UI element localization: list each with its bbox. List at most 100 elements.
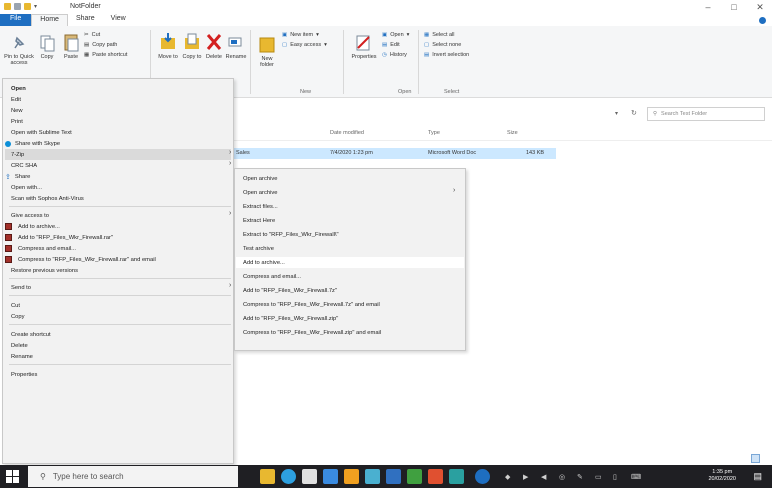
tray-icon[interactable]: ◎: [559, 473, 565, 481]
menu-item-add-to-archive[interactable]: Add to archive...: [5, 221, 60, 232]
move-to-button[interactable]: Move to: [158, 32, 178, 60]
tab-view[interactable]: View: [103, 14, 134, 26]
menu-item-cut[interactable]: Cut: [11, 300, 20, 311]
app-icon[interactable]: [407, 469, 422, 484]
close-icon[interactable]: ✕: [754, 2, 766, 13]
battery-icon[interactable]: ▯: [613, 473, 617, 481]
tab-file[interactable]: File: [0, 14, 32, 26]
chevron-down-icon[interactable]: ▾: [34, 3, 37, 10]
file-explorer-icon[interactable]: [260, 469, 275, 484]
submenu-item-compress-zip-email[interactable]: Compress to "RFP_Files_Wkr_Firewall.zip"…: [243, 327, 381, 338]
network-icon[interactable]: ▭: [595, 473, 602, 481]
menu-item-create-shortcut[interactable]: Create shortcut: [11, 329, 51, 340]
pen-icon[interactable]: ✎: [577, 473, 583, 481]
submenu-item-add-to-7z[interactable]: Add to "RFP_Files_Wkr_Firewall.7z": [243, 285, 337, 296]
menu-item-scan-sophos[interactable]: Scan with Sophos Anti-Virus: [11, 193, 84, 204]
maximize-icon[interactable]: □: [728, 2, 740, 13]
submenu-item-open-archive-2[interactable]: Open archive: [243, 187, 277, 198]
copy-button[interactable]: Copy: [36, 34, 58, 60]
easy-access-button[interactable]: ▢ Easy access ▾: [282, 42, 327, 48]
edge-icon[interactable]: [281, 469, 296, 484]
menu-item-rename[interactable]: Rename: [11, 351, 33, 362]
tab-share[interactable]: Share: [68, 14, 103, 26]
submenu-item-add-to-archive[interactable]: Add to archive...: [236, 257, 464, 268]
new-folder-button[interactable]: New folder: [256, 32, 278, 68]
winrar-icon: [5, 245, 12, 252]
file-row[interactable]: Sales 7/4/2020 1:23 pm Microsoft Word Do…: [234, 148, 556, 159]
app-icon[interactable]: [449, 469, 464, 484]
submenu-item-add-to-zip[interactable]: Add to "RFP_Files_Wkr_Firewall.zip": [243, 313, 338, 324]
paste-button[interactable]: Paste: [60, 32, 82, 60]
menu-item-edit[interactable]: Edit: [11, 94, 21, 105]
mail-icon[interactable]: [323, 469, 338, 484]
menu-item-open[interactable]: Open: [11, 83, 26, 94]
app-icon[interactable]: [475, 469, 490, 484]
store-icon[interactable]: [302, 469, 317, 484]
menu-item-restore-previous[interactable]: Restore previous versions: [11, 265, 78, 276]
submenu-item-extract-files[interactable]: Extract files...: [243, 201, 278, 212]
menu-item-share-with-skype[interactable]: Share with Skype: [5, 138, 60, 149]
menu-item-send-to[interactable]: Send to: [11, 282, 31, 293]
tray-icon[interactable]: ◀: [541, 473, 546, 481]
chevron-down-icon[interactable]: ▾: [615, 110, 618, 117]
menu-item-new[interactable]: New: [11, 105, 23, 116]
cut-button[interactable]: ✂ Cut: [84, 32, 100, 38]
new-item-button[interactable]: ▣ New item ▾: [282, 32, 319, 38]
paste-shortcut-button[interactable]: ▦ Paste shortcut: [84, 52, 127, 58]
submenu-item-compress-email[interactable]: Compress and email...: [243, 271, 301, 282]
help-icon[interactable]: [759, 17, 766, 24]
app-icon[interactable]: [386, 469, 401, 484]
tab-home[interactable]: Home: [31, 14, 68, 26]
submenu-item-compress-7z-email[interactable]: Compress to "RFP_Files_Wkr_Firewall.7z" …: [243, 299, 380, 310]
properties-button[interactable]: Properties: [350, 32, 378, 60]
menu-item-give-access[interactable]: Give access to: [11, 210, 49, 221]
windows-start-icon[interactable]: [6, 470, 19, 483]
submenu-item-test-archive[interactable]: Test archive: [243, 243, 274, 254]
properties-icon[interactable]: [14, 3, 21, 10]
submenu-item-open-archive[interactable]: Open archive: [243, 173, 277, 184]
pin-quick-access-button[interactable]: Pin to Quick access: [4, 34, 34, 66]
column-header-date-modified[interactable]: Date modified: [330, 130, 364, 136]
app-icon[interactable]: [344, 469, 359, 484]
menu-item-print[interactable]: Print: [11, 116, 23, 127]
menu-item-crc-sha[interactable]: CRC SHA: [11, 160, 37, 171]
select-none-button[interactable]: ▢ Select none: [424, 42, 461, 48]
rename-button[interactable]: Rename: [226, 32, 246, 60]
details-view-icon[interactable]: [751, 454, 760, 463]
menu-item-delete[interactable]: Delete: [11, 340, 28, 351]
submenu-item-extract-to[interactable]: Extract to "RFP_Files_Wkr_Firewall\": [243, 229, 339, 240]
column-header-size[interactable]: Size: [507, 130, 518, 136]
select-all-button[interactable]: ▦ Select all: [424, 32, 455, 38]
copy-path-button[interactable]: ▤ Copy path: [84, 42, 117, 48]
menu-item-7zip[interactable]: 7-Zip: [5, 149, 231, 160]
tray-icon[interactable]: ◆: [505, 473, 510, 481]
menu-item-share[interactable]: ⇪ Share: [5, 171, 30, 182]
app-icon[interactable]: [365, 469, 380, 484]
menu-item-open-with[interactable]: Open with...: [11, 182, 42, 193]
search-box[interactable]: ⚲ Search Test Folder: [647, 107, 765, 121]
taskbar-search-box[interactable]: ⚲ Type here to search: [28, 466, 238, 487]
submenu-item-extract-here[interactable]: Extract Here: [243, 215, 275, 226]
menu-item-compress-rar-email[interactable]: Compress to "RFP_Files_Wkr_Firewall.rar"…: [5, 254, 156, 265]
menu-item-copy[interactable]: Copy: [11, 311, 25, 322]
tray-icon[interactable]: ▶: [523, 473, 528, 481]
column-header-type[interactable]: Type: [428, 130, 440, 136]
menu-item-compress-email[interactable]: Compress and email...: [5, 243, 76, 254]
minimize-icon[interactable]: –: [702, 2, 714, 13]
language-icon[interactable]: ⌨: [631, 473, 641, 481]
menu-item-open-with-sublime[interactable]: Open with Sublime Text: [11, 127, 72, 138]
taskbar-clock[interactable]: 1:35 pm 20/02/2020: [708, 469, 736, 483]
menu-item-properties[interactable]: Properties: [11, 369, 37, 380]
invert-selection-button[interactable]: ▤ Invert selection: [424, 52, 469, 58]
notification-icon[interactable]: ▤: [753, 471, 762, 482]
copy-to-button[interactable]: Copy to: [182, 32, 202, 60]
delete-button[interactable]: Delete: [204, 32, 224, 60]
menu-item-add-to-rar[interactable]: Add to "RFP_Files_Wkr_Firewall.rar": [5, 232, 113, 243]
edit-button[interactable]: ▤ Edit: [382, 42, 400, 48]
app-icon[interactable]: [428, 469, 443, 484]
refresh-icon[interactable]: ↻: [631, 109, 637, 117]
group-label-select: Select: [444, 89, 460, 95]
open-button[interactable]: ▣ Open ▾: [382, 32, 409, 38]
new-folder-icon[interactable]: [24, 3, 31, 10]
history-button[interactable]: ◷ History: [382, 52, 407, 58]
